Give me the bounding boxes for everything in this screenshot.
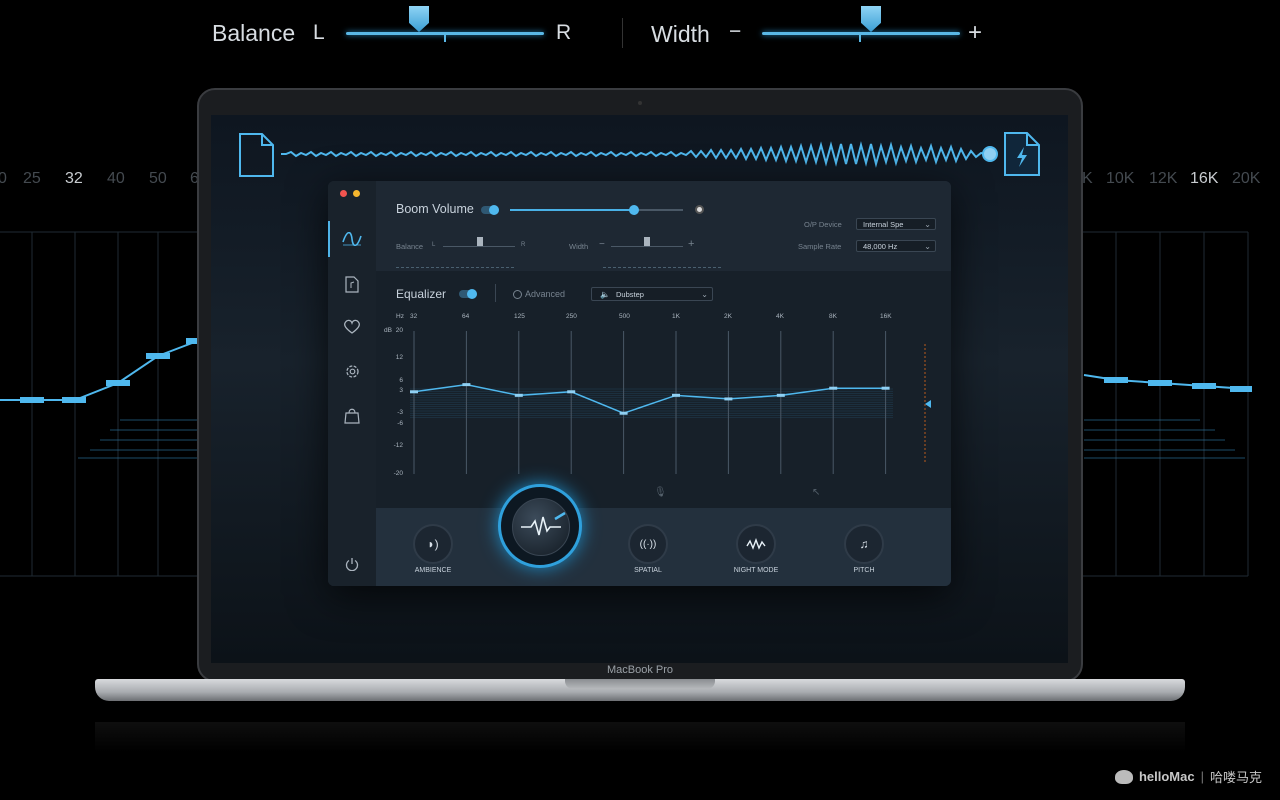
watermark-cn: 哈喽马克 (1209, 770, 1262, 785)
bg-freq-label: 40 (107, 170, 125, 187)
ambience-label: AMBIENCE (414, 567, 452, 574)
ambience-button[interactable]: ◗) (413, 524, 453, 564)
pitch-button[interactable]: ♫ (844, 524, 884, 564)
eq-band-handle[interactable] (776, 393, 785, 397)
boosted-file-icon (1004, 132, 1040, 176)
width-minus-label: − (729, 20, 742, 43)
bg-freq-label: 16K (1190, 170, 1219, 187)
laptop-camera (638, 101, 642, 105)
ambience-icon: ◗) (427, 537, 439, 551)
cursor-icon: ↖ (812, 487, 821, 498)
width-center-tick (859, 32, 861, 42)
bg-freq-label: 10K (1106, 170, 1135, 187)
eq-band-handle[interactable] (724, 397, 733, 401)
file-icon (239, 133, 274, 177)
microphone-icon: 🎙 (654, 487, 667, 498)
top-divider (622, 18, 623, 48)
pitch-icon: ♫ (859, 537, 869, 551)
cat-logo-icon (1114, 769, 1133, 784)
watermark-brand: helloMac (1138, 769, 1195, 784)
eq-band-handle[interactable] (567, 390, 576, 394)
bg-freq-label: 20K (1232, 170, 1261, 187)
eq-band-handle[interactable] (462, 383, 471, 387)
bg-freq-label: 50 (149, 170, 167, 187)
night-mode-button[interactable] (736, 524, 776, 564)
width-plus-label: + (968, 19, 983, 46)
balance-right-label: R (556, 21, 572, 44)
level-meter-pointer[interactable] (925, 400, 931, 408)
width-slider-track[interactable] (762, 32, 960, 35)
bg-freq-label: 0 (0, 170, 7, 187)
laptop-reflection (95, 722, 1185, 752)
bg-freq-label: K (1082, 170, 1093, 187)
eq-band-handle[interactable] (881, 386, 890, 390)
night-mode-label: NIGHT MODE (733, 567, 779, 574)
eq-band-handle[interactable] (829, 386, 838, 390)
bg-freq-label: 32 (65, 170, 83, 187)
pitch-label: PITCH (853, 567, 875, 574)
width-label: Width (651, 21, 710, 47)
spatial-label: SPATIAL (634, 567, 662, 574)
spatial-icon: ((·)) (639, 538, 657, 550)
eq-band-handle[interactable] (514, 393, 523, 397)
laptop-notch (565, 679, 715, 689)
boom-app-window: Boom Volume Balance L R Width − + O/P De… (328, 181, 951, 586)
spatial-button[interactable]: ((·)) (628, 524, 668, 564)
watermark: helloMac | 哈喽马克 (1114, 767, 1262, 786)
balance-center-tick (444, 32, 446, 42)
bg-freq-label: 25 (23, 170, 41, 187)
balance-label: Balance (212, 20, 296, 46)
knob-indicator (554, 511, 566, 521)
power-icon[interactable] (345, 557, 359, 571)
night-mode-icon (746, 538, 766, 550)
laptop-brand-label: MacBook Pro (606, 664, 674, 676)
eq-band-handle[interactable] (619, 411, 628, 415)
boom-master-knob[interactable] (498, 484, 582, 568)
equalizer-graph[interactable] (328, 181, 951, 508)
eq-band-handle[interactable] (410, 390, 418, 394)
bg-freq-label: 12K (1149, 170, 1178, 187)
balance-left-label: L (313, 21, 325, 44)
eq-band-handle[interactable] (672, 393, 680, 397)
